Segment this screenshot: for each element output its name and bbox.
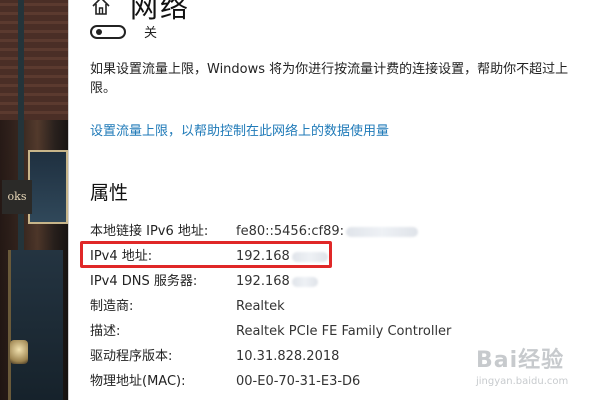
wallpaper-roof [0, 0, 68, 120]
property-value: Realtek PCIe FE Family Controller [236, 324, 452, 339]
toggle-knob [96, 28, 102, 35]
set-data-limit-link[interactable]: 设置流量上限，以帮助控制在此网络上的数据使用量 [90, 120, 389, 139]
property-value: 192.168 [236, 272, 318, 292]
window-edge [68, 0, 69, 400]
properties-heading: 属性 [90, 182, 129, 204]
watermark-url: jingyan.baidu.com [476, 376, 569, 387]
ipv4-highlight-box [80, 241, 332, 268]
toggle-state-label: 关 [144, 26, 158, 41]
network-settings-page: 网络 关 如果设置流量上限，Windows 将为你进行按流量计费的连接设置，帮助… [90, 0, 600, 400]
property-label: IPv4 DNS 服务器: [90, 274, 198, 289]
watermark-logo: Bai经验 [476, 348, 565, 373]
property-label: 驱动程序版本: [90, 349, 173, 364]
property-label: 本地链接 IPv6 地址: [90, 224, 209, 239]
wallpaper-door [8, 250, 63, 400]
metered-toggle-row: 关 [90, 22, 157, 41]
property-row-manufacturer: 制造商: Realtek [90, 297, 600, 321]
property-value: Realtek [236, 299, 285, 314]
desktop-wallpaper: oks [0, 0, 68, 400]
property-value: fe80::5456:cf89: [236, 222, 418, 242]
property-value: 10.31.828.2018 [236, 349, 340, 364]
redacted-blur [346, 226, 418, 237]
wallpaper-lamp [10, 340, 28, 364]
property-label: 制造商: [90, 299, 134, 314]
metered-connection-toggle[interactable] [90, 24, 126, 39]
watermark: Bai经验 jingyan.baidu.com [476, 342, 586, 390]
home-icon[interactable] [90, 0, 112, 17]
wallpaper-window [28, 150, 68, 224]
metered-description: 如果设置流量上限，Windows 将为你进行按流量计费的连接设置，帮助你不超过上… [90, 62, 569, 96]
property-row-ipv4-dns: IPv4 DNS 服务器: 192.168 [90, 272, 600, 296]
redacted-blur [291, 276, 318, 287]
wallpaper-sign: oks [2, 180, 32, 214]
property-label: 物理地址(MAC): [90, 374, 186, 389]
property-label: 描述: [90, 324, 121, 339]
property-value: 00-E0-70-31-E3-D6 [236, 374, 361, 389]
